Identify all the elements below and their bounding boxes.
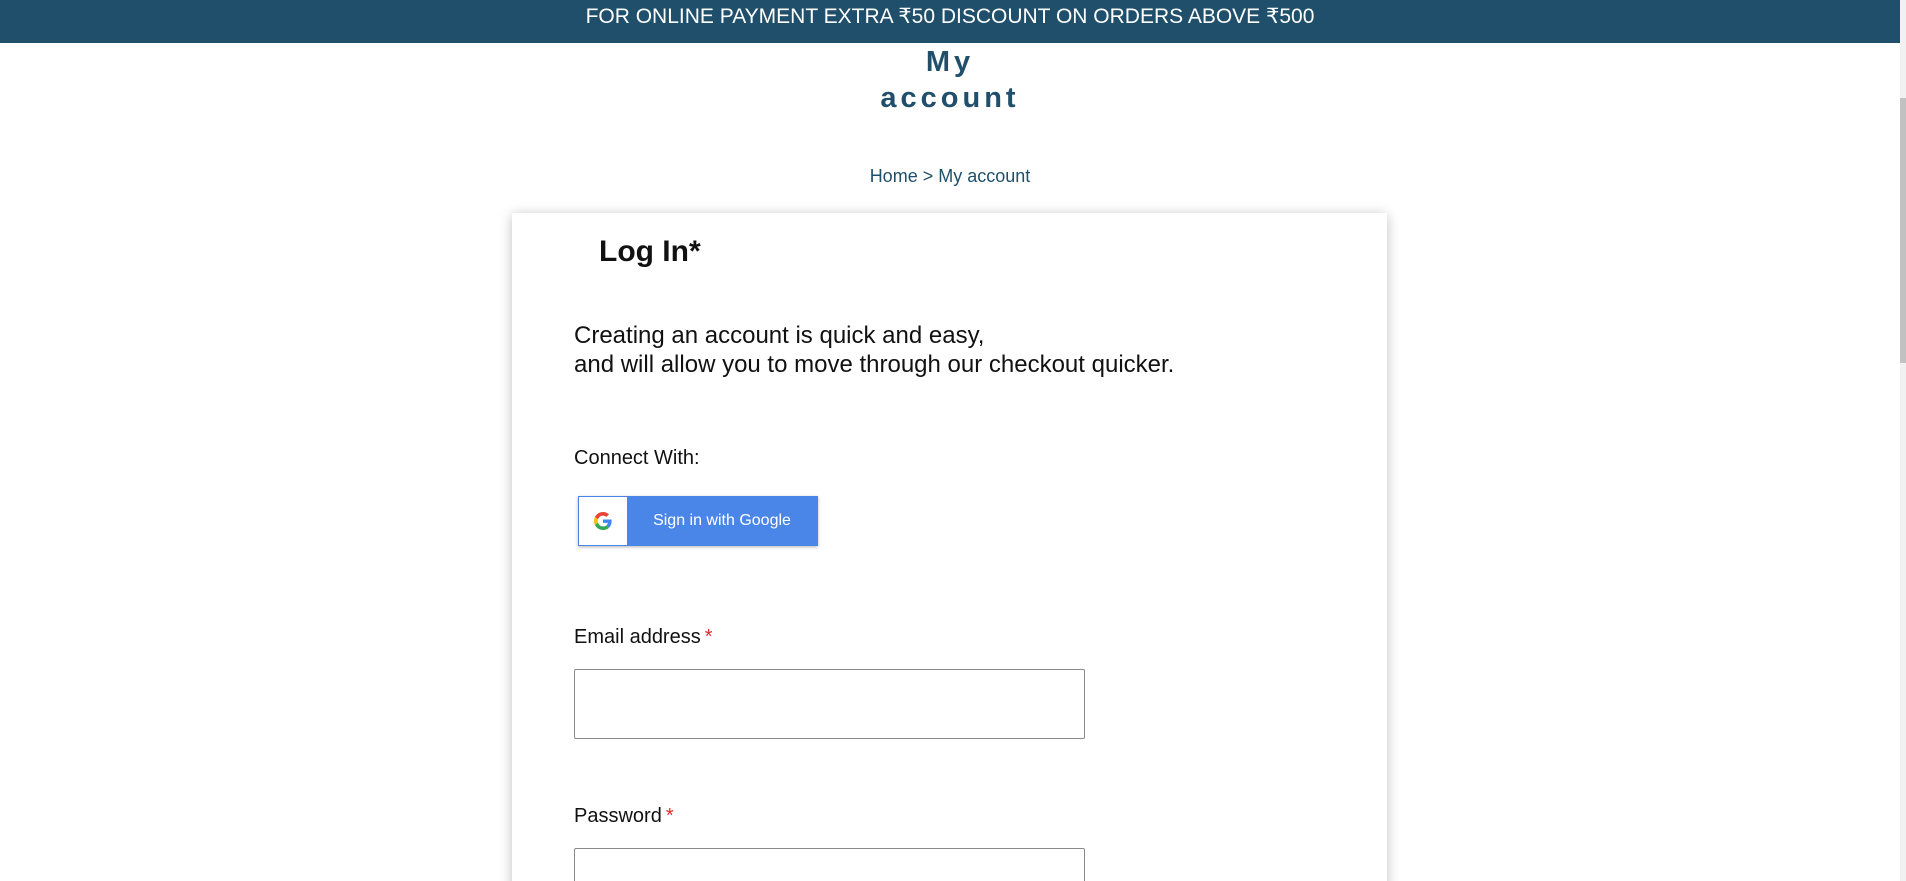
- google-g-icon: [579, 497, 627, 545]
- scrollbar-thumb[interactable]: [1900, 98, 1906, 363]
- promo-banner: FOR ONLINE PAYMENT EXTRA ₹50 DISCOUNT ON…: [0, 0, 1900, 43]
- login-card: Log In* Creating an account is quick and…: [512, 213, 1387, 881]
- password-required-marker: *: [665, 805, 674, 827]
- email-label: Email address *: [574, 626, 713, 649]
- login-title: Log In*: [599, 235, 701, 268]
- email-required-marker: *: [704, 626, 713, 648]
- breadcrumb: Home > My account: [0, 165, 1900, 187]
- email-label-text: Email address: [574, 626, 701, 648]
- login-intro: Creating an account is quick and easy, a…: [574, 321, 1174, 379]
- page-viewport: FOR ONLINE PAYMENT EXTRA ₹50 DISCOUNT ON…: [0, 0, 1906, 881]
- page-title-line2: account: [880, 82, 1020, 114]
- page-title-line1: My: [925, 46, 975, 78]
- google-sign-in-button[interactable]: Sign in with Google: [578, 496, 818, 546]
- breadcrumb-separator: >: [922, 166, 934, 186]
- breadcrumb-current: My account: [938, 166, 1031, 186]
- page-title: My account: [0, 44, 1900, 116]
- intro-line-2: and will allow you to move through our c…: [574, 351, 1175, 378]
- google-sign-in-label: Sign in with Google: [653, 512, 791, 529]
- password-field[interactable]: [574, 848, 1085, 881]
- promo-text: FOR ONLINE PAYMENT EXTRA ₹50 DISCOUNT ON…: [585, 5, 1315, 28]
- password-label: Password *: [574, 805, 674, 828]
- intro-line-1: Creating an account is quick and easy,: [574, 322, 985, 349]
- password-label-text: Password: [574, 805, 662, 827]
- email-field[interactable]: [574, 669, 1085, 739]
- connect-with-label: Connect With:: [574, 447, 700, 469]
- page-scrollbar[interactable]: [1900, 0, 1906, 881]
- breadcrumb-home-link[interactable]: Home: [870, 166, 918, 186]
